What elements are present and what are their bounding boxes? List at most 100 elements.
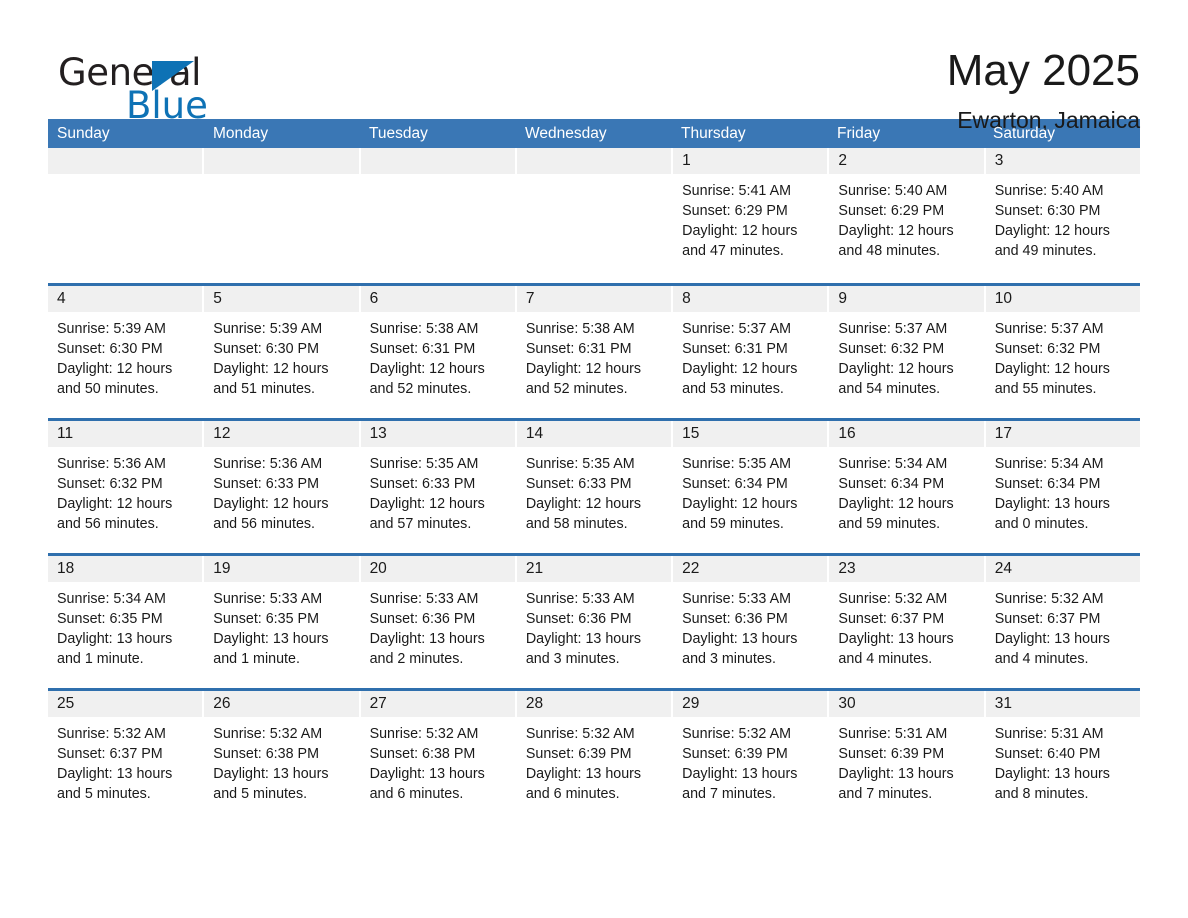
weekday-header-friday: Friday	[837, 125, 881, 142]
day-cell[interactable]: 16 Sunrise: 5:34 AM Sunset: 6:34 PM Dayligh…	[829, 421, 984, 553]
sunset-text: Sunset: 6:39 PM	[682, 746, 788, 762]
sunrise-text: Sunrise: 5:41 AM	[682, 183, 792, 199]
daylight-line2-text: and 5 minutes.	[57, 786, 151, 802]
day-info: Sunrise: 5:36 AM Sunset: 6:33 PM Daylight:…	[204, 447, 358, 534]
sunrise-text: Sunrise: 5:32 AM	[682, 726, 792, 742]
daylight-line1-text: Daylight: 12 hours	[838, 496, 954, 512]
week-row: 11 Sunrise: 5:36 AM Sunset: 6:32 PM Dayligh…	[48, 418, 1140, 553]
day-cell[interactable]: 22 Sunrise: 5:33 AM Sunset: 6:36 PM Dayligh…	[673, 556, 828, 688]
daylight-line1-text: Daylight: 12 hours	[682, 361, 798, 377]
day-info: Sunrise: 5:32 AM Sunset: 6:39 PM Daylight:…	[673, 717, 827, 804]
daylight-line1-text: Daylight: 13 hours	[994, 766, 1110, 782]
day-cell[interactable]: 5 Sunrise: 5:39 AM Sunset: 6:30 PM Daylight…	[204, 286, 359, 418]
day-number: 2	[829, 148, 984, 174]
day-cell[interactable]: 24 Sunrise: 5:32 AM Sunset: 6:37 PM Dayligh…	[985, 556, 1140, 688]
daylight-line1-text: Daylight: 12 hours	[994, 223, 1110, 239]
day-cell[interactable]: 7 Sunrise: 5:38 AM Sunset: 6:31 PM Daylight…	[516, 286, 672, 418]
day-info: Sunrise: 5:37 AM Sunset: 6:32 PM Daylight:…	[829, 312, 983, 399]
day-cell[interactable]: 17 Sunrise: 5:34 AM Sunset: 6:34 PM Dayligh…	[985, 421, 1140, 553]
day-cell[interactable]: 25 Sunrise: 5:32 AM Sunset: 6:37 PM Dayligh…	[48, 691, 203, 823]
week-row: 25 Sunrise: 5:32 AM Sunset: 6:37 PM Dayligh…	[48, 688, 1140, 823]
day-cell[interactable]: 12 Sunrise: 5:36 AM Sunset: 6:33 PM Dayligh…	[204, 421, 359, 553]
sunset-text: Sunset: 6:35 PM	[57, 611, 163, 627]
day-info: Sunrise: 5:33 AM Sunset: 6:36 PM Daylight:…	[361, 582, 515, 669]
generalblue-logo[interactable]: General Blue	[48, 44, 238, 127]
day-cell[interactable]: 30 Sunrise: 5:31 AM Sunset: 6:39 PM Dayligh…	[829, 691, 984, 823]
week-row: 1 Sunrise: 5:41 AM Sunset: 6:29 PM Daylight…	[48, 148, 1140, 283]
sunset-text: Sunset: 6:39 PM	[525, 746, 632, 762]
weekday-header-saturday: Saturday	[993, 125, 1056, 142]
day-cell[interactable]: 19 Sunrise: 5:33 AM Sunset: 6:35 PM Dayligh…	[204, 556, 359, 688]
day-cell[interactable]: 10 Sunrise: 5:37 AM Sunset: 6:32 PM Dayligh…	[985, 286, 1140, 418]
sunrise-text: Sunrise: 5:37 AM	[994, 321, 1104, 337]
sunrise-text: Sunrise: 5:33 AM	[525, 591, 635, 607]
daylight-line2-text: and 1 minute.	[213, 651, 300, 667]
sunrise-text: Sunrise: 5:31 AM	[994, 726, 1104, 742]
day-cell[interactable]: 23 Sunrise: 5:32 AM Sunset: 6:37 PM Dayligh…	[829, 556, 984, 688]
day-cell[interactable]: 13 Sunrise: 5:35 AM Sunset: 6:33 PM Dayligh…	[360, 421, 515, 553]
day-info: Sunrise: 5:33 AM Sunset: 6:36 PM Daylight:…	[517, 582, 671, 669]
day-cell[interactable]: 3 Sunrise: 5:40 AM Sunset: 6:30 PM Daylight…	[985, 148, 1140, 283]
day-cell[interactable]: 8 Sunrise: 5:37 AM Sunset: 6:31 PM Daylight…	[673, 286, 828, 418]
daylight-line2-text: and 57 minutes.	[369, 516, 472, 532]
day-cell[interactable]: 20 Sunrise: 5:33 AM Sunset: 6:36 PM Dayligh…	[360, 556, 515, 688]
day-info: Sunrise: 5:32 AM Sunset: 6:39 PM Daylight:…	[517, 717, 671, 804]
day-cell[interactable]: 28 Sunrise: 5:32 AM Sunset: 6:39 PM Dayligh…	[516, 691, 672, 823]
day-cell[interactable]: 31 Sunrise: 5:31 AM Sunset: 6:40 PM Dayligh…	[985, 691, 1140, 823]
daylight-line1-text: Daylight: 13 hours	[994, 496, 1110, 512]
day-number: 7	[516, 286, 672, 312]
day-cell[interactable]: 4 Sunrise: 5:39 AM Sunset: 6:30 PM Daylight…	[48, 286, 203, 418]
day-info: Sunrise: 5:40 AM Sunset: 6:29 PM Daylight:…	[829, 174, 983, 261]
sunrise-text: Sunrise: 5:37 AM	[838, 321, 948, 337]
weekday-header-wednesday: Wednesday	[525, 125, 607, 142]
weekday-header-monday: Monday	[213, 125, 269, 142]
sunset-text: Sunset: 6:31 PM	[525, 341, 632, 357]
day-info: Sunrise: 5:34 AM Sunset: 6:35 PM Daylight:…	[48, 582, 202, 669]
page-title: May 2025	[946, 46, 1140, 95]
day-cell[interactable]: 2 Sunrise: 5:40 AM Sunset: 6:29 PM Daylight…	[829, 148, 984, 283]
sunset-text: Sunset: 6:36 PM	[682, 611, 788, 627]
day-info: Sunrise: 5:32 AM Sunset: 6:37 PM Daylight:…	[48, 717, 202, 804]
day-cell[interactable]: 14 Sunrise: 5:35 AM Sunset: 6:33 PM Dayligh…	[516, 421, 672, 553]
daylight-line1-text: Daylight: 13 hours	[525, 631, 642, 647]
daylight-line2-text: and 49 minutes.	[994, 243, 1097, 259]
day-cell[interactable]: 11 Sunrise: 5:36 AM Sunset: 6:32 PM Dayligh…	[48, 421, 203, 553]
day-number: 24	[985, 556, 1140, 582]
day-info: Sunrise: 5:38 AM Sunset: 6:31 PM Daylight:…	[361, 312, 515, 399]
sunset-text: Sunset: 6:34 PM	[838, 476, 945, 492]
day-cell[interactable]: 1 Sunrise: 5:41 AM Sunset: 6:29 PM Daylight…	[673, 148, 828, 283]
sunset-text: Sunset: 6:37 PM	[57, 746, 163, 762]
sunrise-text: Sunrise: 5:32 AM	[57, 726, 166, 742]
day-info: Sunrise: 5:33 AM Sunset: 6:36 PM Daylight:…	[673, 582, 827, 669]
day-cell[interactable]: 21 Sunrise: 5:33 AM Sunset: 6:36 PM Dayligh…	[516, 556, 672, 688]
day-cell[interactable]: 6 Sunrise: 5:38 AM Sunset: 6:31 PM Daylight…	[360, 286, 515, 418]
day-number: 28	[516, 691, 672, 717]
day-number	[360, 148, 515, 174]
logo-text-blue: Blue	[126, 84, 208, 127]
day-cell[interactable]: 9 Sunrise: 5:37 AM Sunset: 6:32 PM Daylight…	[829, 286, 984, 418]
daylight-line1-text: Daylight: 13 hours	[369, 766, 485, 782]
day-cell[interactable]: 27 Sunrise: 5:32 AM Sunset: 6:38 PM Dayligh…	[360, 691, 515, 823]
day-cell[interactable]: 15 Sunrise: 5:35 AM Sunset: 6:34 PM Dayligh…	[673, 421, 828, 553]
day-number: 27	[360, 691, 515, 717]
day-number: 19	[204, 556, 359, 582]
daylight-line1-text: Daylight: 12 hours	[838, 223, 954, 239]
daylight-line2-text: and 50 minutes.	[57, 381, 159, 397]
sunset-text: Sunset: 6:30 PM	[213, 341, 319, 357]
day-cell[interactable]: 18 Sunrise: 5:34 AM Sunset: 6:35 PM Dayligh…	[48, 556, 203, 688]
weekday-header-row: Sunday Monday Tuesday Wednesday Thursday Frid…	[48, 119, 1140, 148]
daylight-line1-text: Daylight: 12 hours	[369, 496, 485, 512]
day-info: Sunrise: 5:41 AM Sunset: 6:29 PM Daylight:…	[673, 174, 827, 261]
daylight-line1-text: Daylight: 13 hours	[369, 631, 485, 647]
day-cell[interactable]: 29 Sunrise: 5:32 AM Sunset: 6:39 PM Dayligh…	[673, 691, 828, 823]
day-info: Sunrise: 5:39 AM Sunset: 6:30 PM Daylight:…	[48, 312, 202, 399]
sunset-text: Sunset: 6:36 PM	[369, 611, 476, 627]
day-cell[interactable]: 26 Sunrise: 5:32 AM Sunset: 6:38 PM Dayligh…	[204, 691, 359, 823]
day-info: Sunrise: 5:36 AM Sunset: 6:32 PM Daylight:…	[48, 447, 202, 534]
day-number: 5	[204, 286, 359, 312]
sunrise-text: Sunrise: 5:32 AM	[213, 726, 323, 742]
daylight-line2-text: and 53 minutes.	[682, 381, 784, 397]
day-info: Sunrise: 5:33 AM Sunset: 6:35 PM Daylight:…	[204, 582, 358, 669]
daylight-line1-text: Daylight: 13 hours	[525, 766, 642, 782]
daylight-line2-text: and 48 minutes.	[838, 243, 941, 259]
